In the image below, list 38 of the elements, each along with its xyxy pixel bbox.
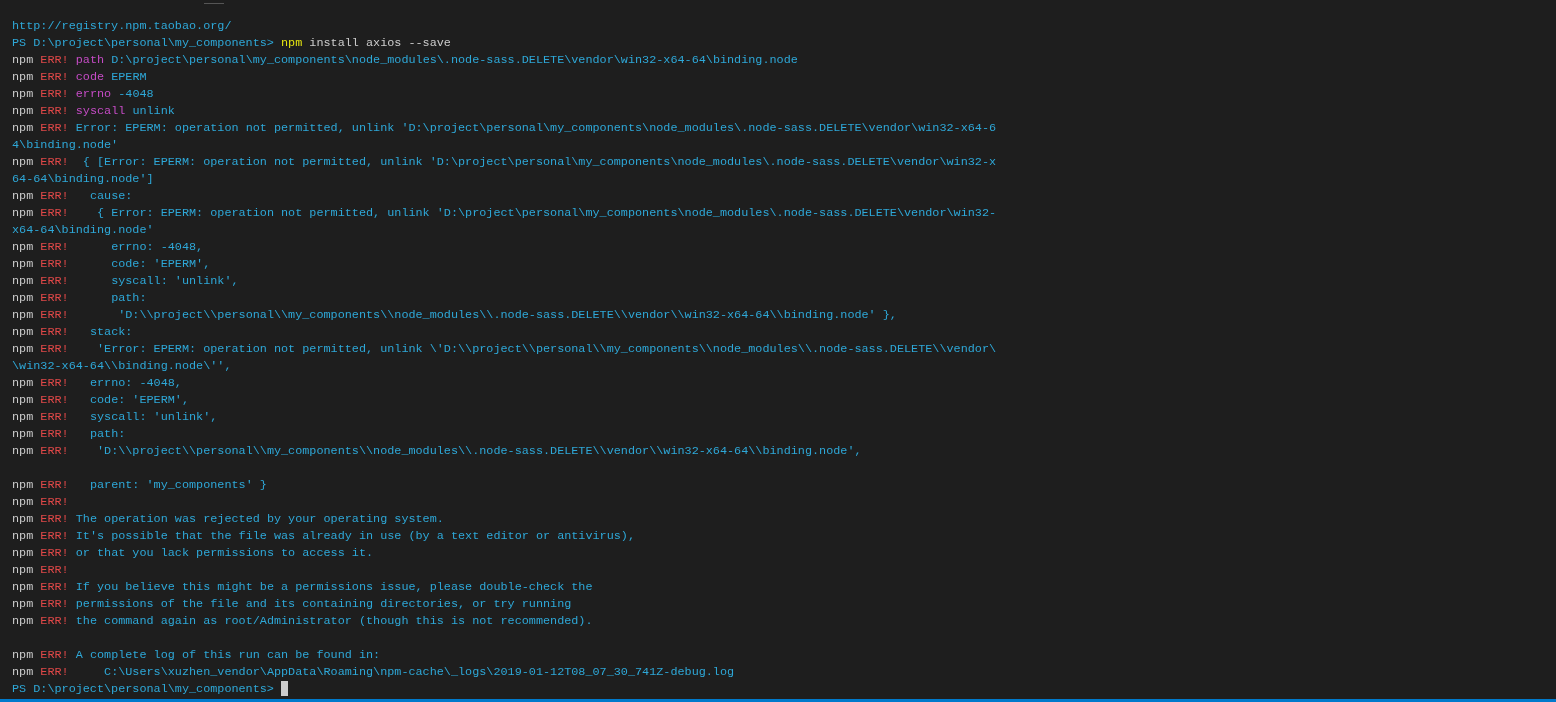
terminal-line: npm ERR! path: <box>12 426 126 443</box>
terminal-line: npm ERR! 'D:\\project\\personal\\my_components\\node_modules\\.node-sass.DELETE\\vendor\\win32-x64-64\\binding.node', <box>12 443 862 460</box>
terminal-line: PS D:\project\personal\my_components> <box>12 681 275 698</box>
terminal-line: PS D:\project\personal\my_components> npm install axios --save <box>12 35 451 52</box>
terminal-line: http://registry.npm.taobao.org/ <box>12 18 232 35</box>
terminal-line: npm ERR! The operation was rejected by your operating system. <box>12 511 444 528</box>
terminal-line: npm ERR! syscall unlink <box>12 103 175 120</box>
terminal-line: npm ERR! errno -4048 <box>12 86 154 103</box>
terminal-line: npm ERR! or that you lack permissions to access it. <box>12 545 374 562</box>
terminal-line: npm ERR! 'Error: EPERM: operation not permitted, unlink \'D:\\project\\personal\\my_components\\node_modules\\.node-sass.DELETE\\vendor\ <box>12 341 997 358</box>
terminal-line: npm ERR! code EPERM <box>12 69 147 86</box>
terminal-line: npm ERR! code: 'EPERM', <box>12 392 189 409</box>
terminal-line: npm ERR! syscall: 'unlink', <box>12 273 239 290</box>
terminal-line: x64-64\binding.node' <box>12 222 154 239</box>
terminal-line: npm ERR! <box>12 494 69 511</box>
terminal-line: npm ERR! errno: -4048, <box>12 375 182 392</box>
terminal-line: npm ERR! 'D:\\project\\personal\\my_components\\node_modules\\.node-sass.DELETE\\vendor\\win32-x64-64\\binding.node' }, <box>12 307 897 324</box>
terminal-line: npm ERR! parent: 'my_components' } <box>12 477 267 494</box>
terminal-line: npm ERR! errno: -4048, <box>12 239 204 256</box>
terminal-line: npm ERR! permissions of the file and its containing directories, or try running <box>12 596 572 613</box>
terminal-line: npm ERR! { [Error: EPERM: operation not permitted, unlink 'D:\project\personal\my_components\node_modules\.node-sass.DELETE\vendor\win32-x <box>12 154 997 171</box>
terminal-line: \win32-x64-64\\binding.node\'', <box>12 358 232 375</box>
terminal-line: npm ERR! the command again as root/Administrator (though this is not recommended). <box>12 613 593 630</box>
terminal-line: npm ERR! syscall: 'unlink', <box>12 409 218 426</box>
terminal-line: npm ERR! It's possible that the file was already in use (by a text editor or antivirus), <box>12 528 635 545</box>
terminal-line: npm ERR! If you believe this might be a permissions issue, please double-check the <box>12 579 593 596</box>
terminal-line: npm ERR! A complete log of this run can be found in: <box>12 647 381 664</box>
terminal-line: npm ERR! stack: <box>12 324 133 341</box>
terminal-line: npm ERR! Error: EPERM: operation not permitted, unlink 'D:\project\personal\my_components\node_modules\.node-sass.DELETE\vendor\win32-x64-6 <box>12 120 997 137</box>
terminal-line: npm ERR! C:\Users\xuzhen_vendor\AppData\Roaming\npm-cache\_logs\2019-01-12T08_07_30_741Z-debug.log <box>12 664 735 681</box>
terminal-line: 4\binding.node' <box>12 137 119 154</box>
terminal-line: npm ERR! <box>12 562 69 579</box>
terminal-line: npm ERR! { Error: EPERM: operation not permitted, unlink 'D:\project\personal\my_components\node_modules\.node-sass.DELETE\vendor\win32- <box>12 205 997 222</box>
terminal-line: npm ERR! path D:\project\personal\my_components\node_modules\.node-sass.DELETE\vendor\win32-x64-64\binding.node <box>12 52 798 69</box>
terminal-line: npm ERR! code: 'EPERM', <box>12 256 211 273</box>
terminal-line: npm ERR! path: <box>12 290 147 307</box>
terminal-line: npm ERR! cause: <box>12 188 133 205</box>
terminal-line: 64-64\binding.node'] <box>12 171 154 188</box>
